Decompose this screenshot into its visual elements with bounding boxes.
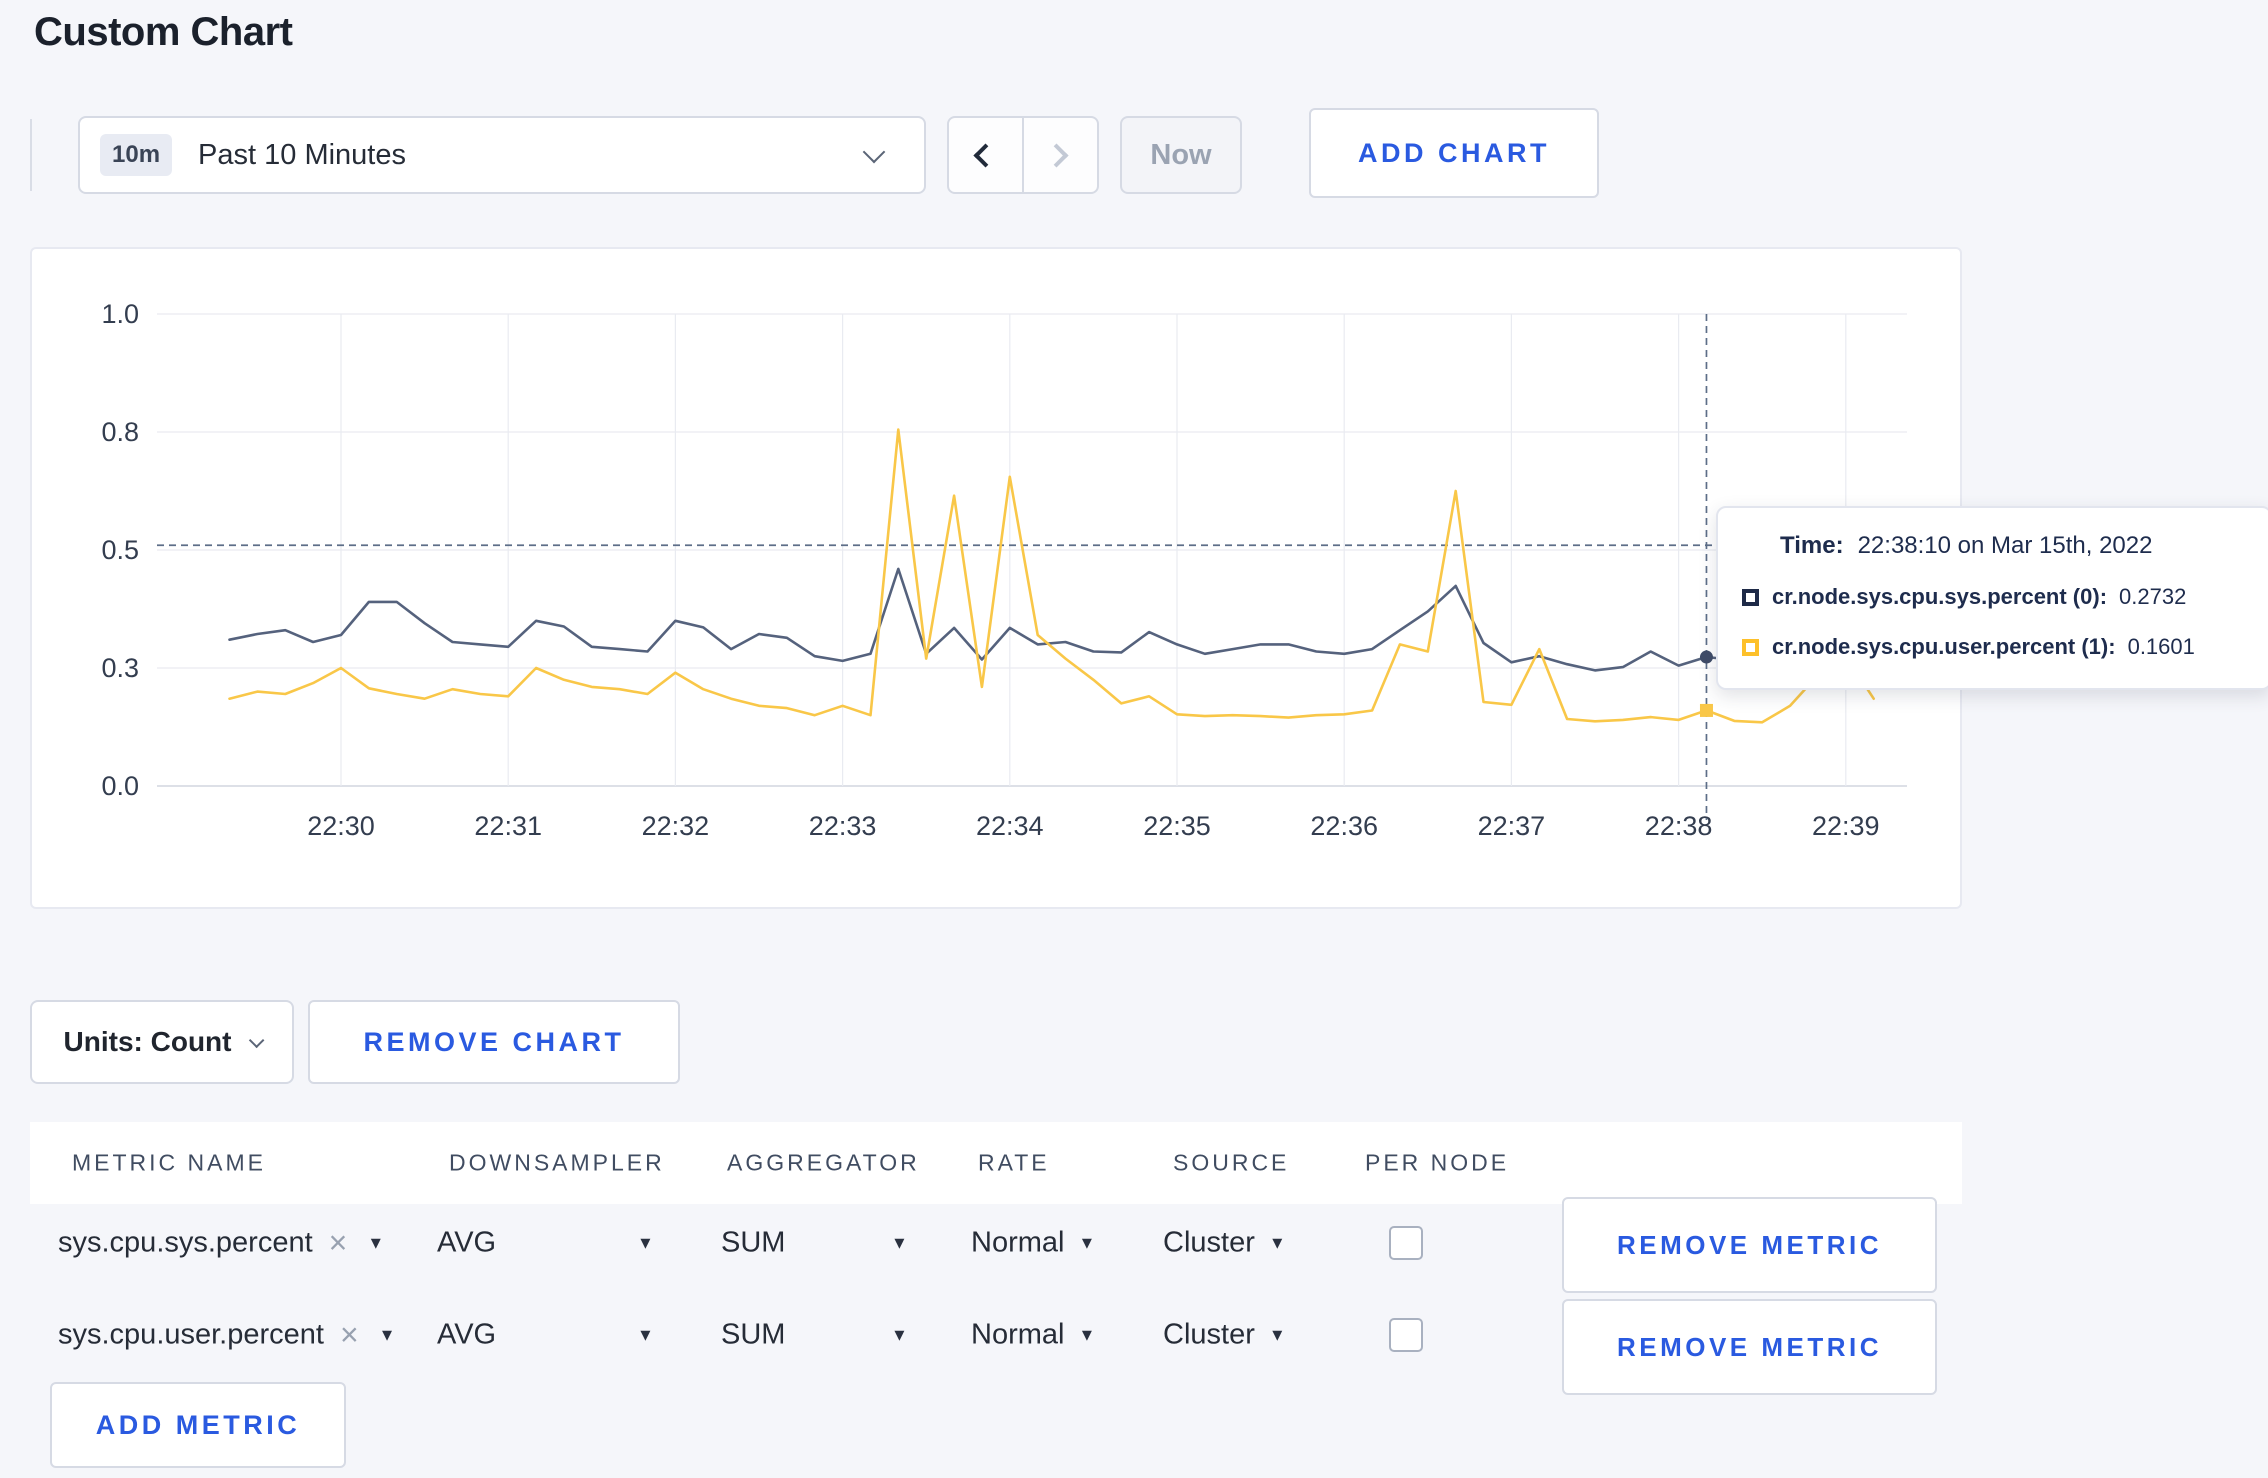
chevron-right-icon [1044, 143, 1069, 168]
toolbar-divider [30, 119, 32, 191]
metric-name-dropdown[interactable]: sys.cpu.sys.percent × ▼ [58, 1225, 384, 1262]
units-label: Units: Count [63, 1026, 232, 1057]
svg-text:0.8: 0.8 [101, 417, 139, 447]
svg-text:22:31: 22:31 [474, 811, 542, 841]
svg-text:0.5: 0.5 [101, 535, 139, 565]
metric-name-dropdown[interactable]: sys.cpu.user.percent × ▼ [58, 1317, 396, 1354]
svg-text:22:37: 22:37 [1478, 811, 1546, 841]
svg-text:22:38: 22:38 [1645, 811, 1713, 841]
time-range-badge: 10m [100, 134, 173, 176]
header-aggregator: AGGREGATOR [727, 1149, 920, 1176]
svg-text:22:39: 22:39 [1812, 811, 1880, 841]
custom-chart-page: Custom Chart 10m Past 10 Minutes Now ADD… [0, 0, 2268, 1478]
per-node-checkbox[interactable] [1389, 1318, 1423, 1352]
clear-metric-icon[interactable]: × [329, 1225, 348, 1262]
chevron-left-icon [973, 143, 998, 168]
next-range-button[interactable] [1022, 118, 1097, 192]
aggregator-select[interactable]: SUM [721, 1319, 785, 1352]
tooltip-user-label: cr.node.sys.cpu.user.percent (1): [1772, 634, 2116, 659]
chart-hover-tooltip: Time: 22:38:10 on Mar 15th, 2022 cr.node.… [1716, 506, 2268, 690]
header-downsampler: DOWNSAMPLER [449, 1149, 665, 1176]
metric-name-value: sys.cpu.user.percent [58, 1318, 324, 1351]
chevron-down-icon [249, 1032, 265, 1048]
svg-text:0.3: 0.3 [101, 653, 139, 683]
cpu-percent-line-chart[interactable]: 0.0 0.3 0.5 0.8 1.0 22:30 22:31 22:32 22:33 22:34… [32, 249, 1964, 911]
svg-text:22:34: 22:34 [976, 811, 1044, 841]
aggregator-caret-icon[interactable]: ▼ [891, 1235, 908, 1252]
prev-range-button[interactable] [949, 118, 1022, 192]
time-range-pager [947, 116, 1099, 194]
source-select[interactable]: Cluster ▼ [1163, 1319, 1286, 1352]
remove-metric-button[interactable]: REMOVE METRIC [1562, 1299, 1937, 1395]
time-range-label: Past 10 Minutes [198, 138, 406, 171]
svg-text:1.0: 1.0 [101, 299, 139, 329]
remove-chart-button[interactable]: REMOVE CHART [308, 1000, 680, 1084]
caret-down-icon: ▼ [1268, 1325, 1286, 1345]
caret-down-icon: ▼ [1078, 1233, 1096, 1253]
per-node-checkbox[interactable] [1389, 1226, 1423, 1260]
metric-name-value: sys.cpu.sys.percent [58, 1226, 313, 1259]
downsampler-select[interactable]: AVG [437, 1227, 496, 1260]
tooltip-time-label: Time: [1780, 532, 1844, 559]
aggregator-select[interactable]: SUM [721, 1227, 785, 1260]
downsampler-caret-icon[interactable]: ▼ [637, 1327, 654, 1344]
add-metric-button[interactable]: ADD METRIC [50, 1382, 346, 1468]
source-select[interactable]: Cluster ▼ [1163, 1227, 1286, 1260]
time-range-dropdown[interactable]: 10m Past 10 Minutes [78, 116, 926, 194]
caret-down-icon: ▼ [1078, 1325, 1096, 1345]
units-dropdown[interactable]: Units: Count [30, 1000, 294, 1084]
caret-down-icon[interactable]: ▼ [379, 1327, 396, 1344]
per-node-cell [1389, 1226, 1423, 1260]
caret-down-icon: ▼ [1268, 1233, 1286, 1253]
tooltip-time-row: Time: 22:38:10 on Mar 15th, 2022 [1780, 532, 2250, 560]
per-node-cell [1389, 1318, 1423, 1352]
user-series-swatch-icon [1742, 638, 1759, 656]
svg-text:22:36: 22:36 [1310, 811, 1378, 841]
clear-metric-icon[interactable]: × [340, 1317, 359, 1354]
tooltip-sys-label: cr.node.sys.cpu.sys.percent (0): [1772, 584, 2108, 609]
tooltip-time-value: 22:38:10 on Mar 15th, 2022 [1857, 532, 2153, 559]
svg-text:22:33: 22:33 [809, 811, 877, 841]
aggregator-caret-icon[interactable]: ▼ [891, 1327, 908, 1344]
svg-text:22:35: 22:35 [1143, 811, 1211, 841]
tooltip-series-sys-row: cr.node.sys.cpu.sys.percent (0): 0.2732 [1742, 584, 2250, 610]
chevron-down-icon [862, 140, 886, 164]
tooltip-series-user-row: cr.node.sys.cpu.user.percent (1): 0.1601 [1742, 634, 2250, 660]
header-per-node: PER NODE [1365, 1149, 1510, 1176]
tooltip-sys-value: 0.2732 [2119, 584, 2187, 609]
now-button[interactable]: Now [1120, 116, 1242, 194]
header-rate: RATE [978, 1149, 1050, 1176]
metrics-table-header: METRIC NAME DOWNSAMPLER AGGREGATOR RATE … [30, 1122, 1962, 1204]
svg-text:22:30: 22:30 [307, 811, 375, 841]
downsampler-caret-icon[interactable]: ▼ [637, 1235, 654, 1252]
remove-metric-button[interactable]: REMOVE METRIC [1562, 1197, 1937, 1293]
page-title: Custom Chart [34, 10, 293, 54]
sys-series-swatch-icon [1742, 588, 1759, 606]
svg-text:22:32: 22:32 [642, 811, 710, 841]
header-source: SOURCE [1173, 1149, 1290, 1176]
rate-select[interactable]: Normal ▼ [971, 1227, 1095, 1260]
chart-card: 0.0 0.3 0.5 0.8 1.0 22:30 22:31 22:32 22:33 22:34… [30, 247, 1962, 909]
header-metric-name: METRIC NAME [72, 1149, 266, 1176]
tooltip-user-value: 0.1601 [2127, 634, 2195, 659]
svg-text:0.0: 0.0 [101, 771, 139, 801]
caret-down-icon[interactable]: ▼ [367, 1235, 384, 1252]
add-chart-button[interactable]: ADD CHART [1309, 108, 1599, 198]
rate-select[interactable]: Normal ▼ [971, 1319, 1095, 1352]
downsampler-select[interactable]: AVG [437, 1319, 496, 1352]
